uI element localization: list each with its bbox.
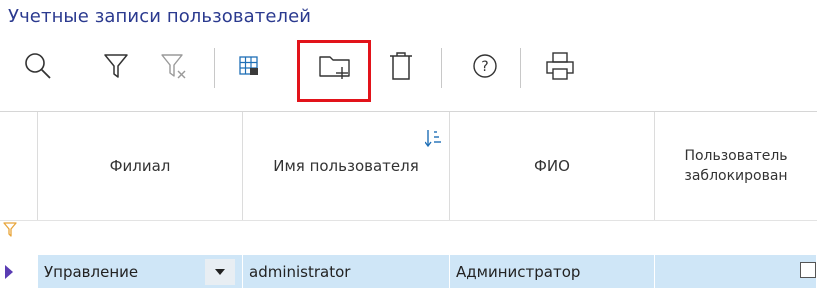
column-header-label-line2: заблокирован [684, 168, 788, 184]
chevron-down-icon [215, 269, 225, 275]
toolbar: ? [0, 40, 817, 106]
users-grid: Филиал Имя пользователя ФИО Пользователь… [0, 111, 817, 288]
cell-fullname[interactable]: Администратор [450, 255, 655, 288]
filter-row-icon [3, 222, 17, 237]
filter-row[interactable] [0, 220, 817, 253]
column-header-branch[interactable]: Филиал [38, 112, 243, 220]
cell-username-value: administrator [249, 262, 351, 281]
filter-button[interactable] [96, 46, 136, 86]
toolbar-separator [214, 48, 215, 88]
search-icon [25, 53, 51, 79]
toolbar-separator [520, 48, 521, 88]
delete-button[interactable] [381, 46, 421, 86]
column-header-label: ФИО [534, 157, 570, 175]
grid-settings-button[interactable] [229, 46, 269, 86]
column-header-username[interactable]: Имя пользователя [243, 112, 450, 220]
cell-blocked[interactable] [655, 255, 817, 288]
search-button[interactable] [18, 46, 58, 86]
add-button-highlight [297, 40, 371, 102]
help-button[interactable]: ? [465, 46, 505, 86]
column-header-fullname[interactable]: ФИО [450, 112, 655, 220]
cell-fullname-value: Администратор [456, 262, 581, 281]
row-indicator [0, 255, 38, 288]
cell-username[interactable]: administrator [243, 255, 450, 288]
page-title: Учетные записи пользователей [8, 6, 312, 27]
print-button[interactable] [540, 46, 580, 86]
column-header-label-line1: Пользователь [684, 148, 788, 164]
sort-descending-icon [425, 130, 441, 148]
clear-filter-button[interactable] [155, 46, 195, 86]
svg-text:?: ? [481, 59, 488, 75]
current-row-arrow-icon [5, 264, 13, 279]
table-row[interactable]: Управление administrator Администратор [0, 255, 817, 288]
toolbar-separator [441, 48, 442, 88]
filter-icon [104, 54, 128, 78]
help-icon: ? [473, 54, 497, 78]
branch-dropdown-button[interactable] [205, 259, 235, 285]
column-header-label: Филиал [109, 157, 171, 175]
column-header-blocked[interactable]: Пользователь заблокирован [655, 112, 817, 220]
blocked-checkbox[interactable] [800, 262, 816, 278]
row-indicator-header [0, 112, 38, 220]
print-icon [546, 52, 574, 80]
column-header-label: Имя пользователя [273, 157, 419, 175]
clear-filter-icon [161, 54, 186, 79]
cell-branch-value: Управление [44, 262, 139, 281]
grid-settings-icon [239, 56, 258, 75]
delete-icon [390, 52, 412, 80]
